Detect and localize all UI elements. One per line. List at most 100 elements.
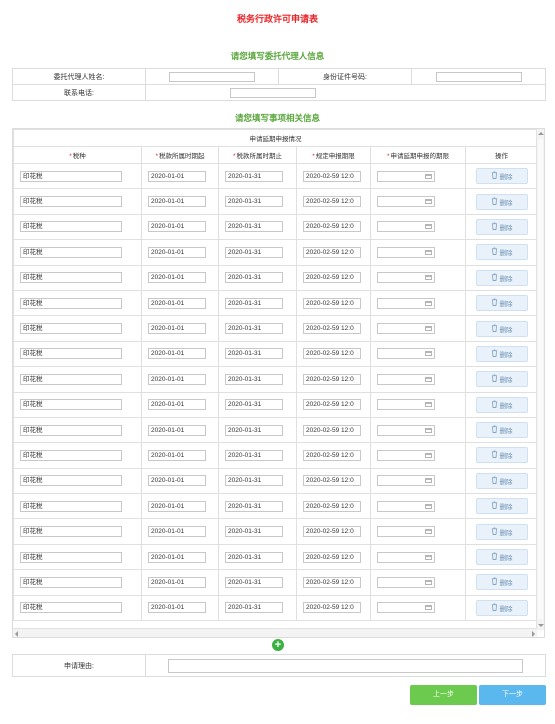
calendar-icon[interactable]	[425, 503, 432, 509]
deadline-input[interactable]: 2020-02-59 12:0	[303, 221, 361, 233]
delete-button[interactable]: 删除	[475, 396, 528, 413]
calendar-icon[interactable]	[425, 326, 432, 332]
period-end-input[interactable]: 2020-01-31	[225, 576, 283, 588]
tax-type-input[interactable]: 印花税	[20, 297, 122, 309]
period-end-input[interactable]: 2020-01-31	[225, 297, 283, 309]
delete-button[interactable]: 删除	[475, 447, 528, 464]
extend-date-picker[interactable]	[377, 576, 435, 588]
deadline-input[interactable]: 2020-02-59 12:0	[303, 449, 361, 461]
horizontal-scrollbar[interactable]	[13, 628, 537, 637]
deadline-input[interactable]: 2020-02-59 12:0	[303, 196, 361, 208]
period-end-input[interactable]: 2020-01-31	[225, 323, 283, 335]
calendar-icon[interactable]	[425, 605, 432, 611]
tax-type-input[interactable]: 印花税	[20, 602, 122, 614]
period-start-input[interactable]: 2020-01-01	[148, 500, 206, 512]
deadline-input[interactable]: 2020-02-59 12:0	[303, 602, 361, 614]
delete-button[interactable]: 删除	[475, 599, 528, 616]
calendar-icon[interactable]	[425, 554, 432, 560]
scroll-down-icon[interactable]	[538, 624, 544, 627]
deadline-input[interactable]: 2020-02-59 12:0	[303, 297, 361, 309]
extend-date-picker[interactable]	[377, 399, 435, 411]
reason-input[interactable]	[168, 658, 523, 673]
period-start-input[interactable]: 2020-01-01	[148, 576, 206, 588]
deadline-input[interactable]: 2020-02-59 12:0	[303, 526, 361, 538]
tax-type-input[interactable]: 印花税	[20, 526, 122, 538]
agent-name-input[interactable]	[169, 71, 255, 82]
previous-step-button[interactable]: 上一步	[410, 685, 477, 705]
period-end-input[interactable]: 2020-01-31	[225, 475, 283, 487]
delete-button[interactable]: 删除	[475, 422, 528, 439]
delete-button[interactable]: 删除	[475, 218, 528, 235]
delete-button[interactable]: 删除	[475, 498, 528, 515]
tax-type-input[interactable]: 印花税	[20, 373, 122, 385]
period-start-input[interactable]: 2020-01-01	[148, 449, 206, 461]
period-start-input[interactable]: 2020-01-01	[148, 475, 206, 487]
delete-button[interactable]: 删除	[475, 244, 528, 261]
extend-date-picker[interactable]	[377, 373, 435, 385]
period-end-input[interactable]: 2020-01-31	[225, 500, 283, 512]
calendar-icon[interactable]	[425, 478, 432, 484]
deadline-input[interactable]: 2020-02-59 12:0	[303, 551, 361, 563]
extend-date-picker[interactable]	[377, 449, 435, 461]
deadline-input[interactable]: 2020-02-59 12:0	[303, 348, 361, 360]
vertical-scrollbar[interactable]	[536, 129, 544, 630]
delete-button[interactable]: 删除	[475, 371, 528, 388]
period-end-input[interactable]: 2020-01-31	[225, 170, 283, 182]
calendar-icon[interactable]	[425, 249, 432, 255]
tax-type-input[interactable]: 印花税	[20, 424, 122, 436]
calendar-icon[interactable]	[425, 300, 432, 306]
period-start-input[interactable]: 2020-01-01	[148, 602, 206, 614]
calendar-icon[interactable]	[425, 275, 432, 281]
extend-date-picker[interactable]	[377, 424, 435, 436]
calendar-icon[interactable]	[425, 376, 432, 382]
period-end-input[interactable]: 2020-01-31	[225, 373, 283, 385]
add-row-button[interactable]: +	[272, 639, 284, 651]
calendar-icon[interactable]	[425, 452, 432, 458]
period-end-input[interactable]: 2020-01-31	[225, 246, 283, 258]
extend-date-picker[interactable]	[377, 500, 435, 512]
period-start-input[interactable]: 2020-01-01	[148, 196, 206, 208]
period-start-input[interactable]: 2020-01-01	[148, 246, 206, 258]
period-start-input[interactable]: 2020-01-01	[148, 170, 206, 182]
period-start-input[interactable]: 2020-01-01	[148, 297, 206, 309]
calendar-icon[interactable]	[425, 224, 432, 230]
delete-button[interactable]: 删除	[475, 523, 528, 540]
period-start-input[interactable]: 2020-01-01	[148, 373, 206, 385]
scroll-left-icon[interactable]	[15, 631, 18, 637]
deadline-input[interactable]: 2020-02-59 12:0	[303, 373, 361, 385]
period-end-input[interactable]: 2020-01-31	[225, 551, 283, 563]
calendar-icon[interactable]	[425, 402, 432, 408]
tax-type-input[interactable]: 印花税	[20, 170, 122, 182]
period-start-input[interactable]: 2020-01-01	[148, 424, 206, 436]
delete-button[interactable]: 删除	[475, 549, 528, 566]
delete-button[interactable]: 删除	[475, 269, 528, 286]
extend-date-picker[interactable]	[377, 196, 435, 208]
period-end-input[interactable]: 2020-01-31	[225, 272, 283, 284]
delete-button[interactable]: 删除	[475, 472, 528, 489]
tax-type-input[interactable]: 印花税	[20, 246, 122, 258]
period-end-input[interactable]: 2020-01-31	[225, 221, 283, 233]
extend-date-picker[interactable]	[377, 348, 435, 360]
period-start-input[interactable]: 2020-01-01	[148, 348, 206, 360]
period-end-input[interactable]: 2020-01-31	[225, 602, 283, 614]
tax-type-input[interactable]: 印花税	[20, 576, 122, 588]
scroll-up-icon[interactable]	[538, 132, 544, 135]
deadline-input[interactable]: 2020-02-59 12:0	[303, 424, 361, 436]
period-start-input[interactable]: 2020-01-01	[148, 221, 206, 233]
extend-date-picker[interactable]	[377, 551, 435, 563]
delete-button[interactable]: 删除	[475, 574, 528, 591]
delete-button[interactable]: 删除	[475, 168, 528, 185]
period-end-input[interactable]: 2020-01-31	[225, 449, 283, 461]
extend-date-picker[interactable]	[377, 221, 435, 233]
delete-button[interactable]: 删除	[475, 320, 528, 337]
delete-button[interactable]: 删除	[475, 295, 528, 312]
period-end-input[interactable]: 2020-01-31	[225, 424, 283, 436]
extend-date-picker[interactable]	[377, 297, 435, 309]
tax-type-input[interactable]: 印花税	[20, 449, 122, 461]
period-end-input[interactable]: 2020-01-31	[225, 399, 283, 411]
period-start-input[interactable]: 2020-01-01	[148, 551, 206, 563]
tax-type-input[interactable]: 印花税	[20, 551, 122, 563]
extend-date-picker[interactable]	[377, 602, 435, 614]
calendar-icon[interactable]	[425, 351, 432, 357]
extend-date-picker[interactable]	[377, 246, 435, 258]
